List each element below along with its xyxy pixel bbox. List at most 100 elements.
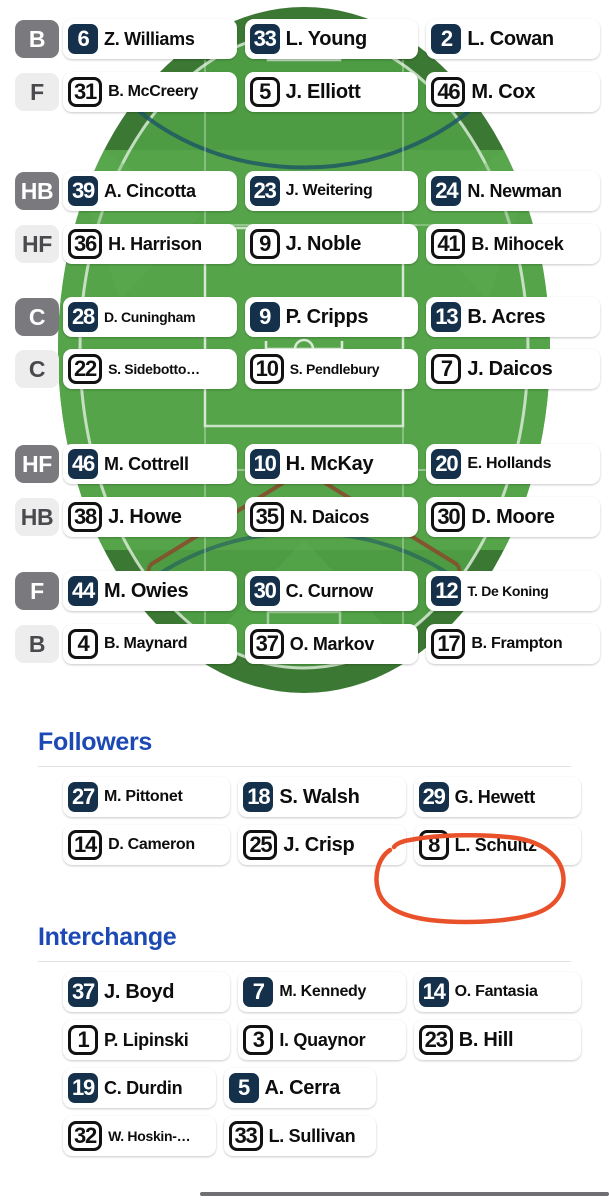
- player-name: B. Mihocek: [471, 233, 564, 254]
- jersey-number: 19: [68, 1073, 98, 1103]
- player-pill[interactable]: 28 D. Cuningham: [63, 297, 237, 337]
- player-pill[interactable]: 39 A. Cincotta: [63, 171, 237, 211]
- jersey-number: 32: [68, 1121, 103, 1151]
- jersey-number: 28: [68, 302, 98, 332]
- jersey-number: 22: [68, 354, 103, 384]
- interchange-row: 19 C. Durdin 5 A. Cerra: [0, 1067, 609, 1109]
- jersey-number: 8: [418, 830, 449, 860]
- jersey-number: 20: [431, 449, 462, 479]
- player-pill[interactable]: 31 B. McCreery: [63, 72, 237, 112]
- player-pill[interactable]: 4 B. Maynard: [63, 624, 237, 664]
- player-pill[interactable]: 5 A. Cerra: [223, 1068, 376, 1108]
- player-name: A. Cincotta: [104, 180, 196, 201]
- player-name: J. Crisp: [283, 833, 355, 856]
- player-pill[interactable]: 17 B. Frampton: [426, 624, 601, 664]
- row-slots: 22 S. Sidebotto… 10 S. Pendlebury 7 J. D…: [63, 349, 609, 389]
- followers-row: 14 D. Cameron 25 J. Crisp 8 L. Schultz: [0, 824, 609, 866]
- player-pill[interactable]: 10 S. Pendlebury: [244, 349, 419, 389]
- jersey-number: 39: [68, 176, 98, 206]
- position-label: F: [15, 73, 59, 111]
- jersey-number: 23: [418, 1025, 453, 1055]
- player-pill[interactable]: 37 O. Markov: [244, 624, 419, 664]
- interchange-row: 32 W. Hoskin-… 33 L. Sullivan: [0, 1115, 609, 1157]
- player-pill[interactable]: 18 S. Walsh: [238, 777, 406, 817]
- player-name: B. Acres: [467, 305, 546, 328]
- player-pill[interactable]: 7 J. Daicos: [426, 349, 601, 389]
- field-row: B 4 B. Maynard 37 O. Markov 17 B. Frampt…: [0, 623, 609, 665]
- player-pill[interactable]: 3 I. Quaynor: [238, 1020, 406, 1060]
- player-name: J. Boyd: [104, 980, 175, 1003]
- player-name: O. Fantasia: [454, 983, 538, 1000]
- player-pill[interactable]: 9 J. Noble: [244, 224, 419, 264]
- player-pill[interactable]: 35 N. Daicos: [244, 497, 419, 537]
- player-pill[interactable]: 13 B. Acres: [426, 297, 601, 337]
- player-pill[interactable]: 7 M. Kennedy: [238, 972, 406, 1012]
- player-pill[interactable]: 32 W. Hoskin-…: [63, 1116, 216, 1156]
- player-pill[interactable]: 14 O. Fantasia: [413, 972, 581, 1012]
- jersey-number: 35: [249, 502, 284, 532]
- followers-title: Followers: [38, 728, 152, 756]
- player-pill[interactable]: 2 L. Cowan: [426, 19, 601, 59]
- jersey-number: 41: [431, 229, 466, 259]
- player-name: B. Frampton: [471, 635, 563, 652]
- position-label: HF: [15, 225, 59, 263]
- player-pill[interactable]: 12 T. De Koning: [426, 571, 601, 611]
- jersey-number: 44: [68, 576, 98, 606]
- player-name: J. Howe: [108, 505, 182, 528]
- player-pill[interactable]: 41 B. Mihocek: [426, 224, 601, 264]
- jersey-number: 14: [418, 977, 449, 1007]
- player-pill[interactable]: 10 H. McKay: [244, 444, 419, 484]
- jersey-number: 46: [431, 77, 466, 107]
- jersey-number: 12: [431, 576, 462, 606]
- player-pill[interactable]: 44 M. Owies: [63, 571, 237, 611]
- player-name: P. Lipinski: [104, 1029, 189, 1050]
- player-name: N. Daicos: [289, 506, 370, 527]
- player-pill[interactable]: 5 J. Elliott: [244, 72, 419, 112]
- player-pill[interactable]: 1 P. Lipinski: [63, 1020, 231, 1060]
- player-pill[interactable]: 23 B. Hill: [413, 1020, 581, 1060]
- lineup-screen: B 6 Z. Williams 33 L. Young 2 L. Cowan F…: [0, 0, 609, 1200]
- player-name: H. Harrison: [108, 233, 202, 254]
- player-pill[interactable]: 30 D. Moore: [426, 497, 601, 537]
- player-name: I. Quaynor: [279, 1029, 366, 1050]
- player-pill[interactable]: 46 M. Cottrell: [63, 444, 237, 484]
- jersey-number: 29: [418, 782, 449, 812]
- player-pill[interactable]: 33 L. Young: [244, 19, 419, 59]
- jersey-number: 7: [243, 977, 274, 1007]
- player-pill[interactable]: 29 G. Hewett: [413, 777, 581, 817]
- player-pill[interactable]: 27 M. Pittonet: [63, 777, 231, 817]
- field-row: HB 38 J. Howe 35 N. Daicos 30 D. Moore: [0, 496, 609, 538]
- player-name: H. McKay: [285, 452, 374, 475]
- player-pill-schultz[interactable]: 8 L. Schultz: [413, 825, 581, 865]
- jersey-number: 4: [68, 629, 98, 659]
- player-pill[interactable]: 22 S. Sidebotto…: [63, 349, 237, 389]
- player-pill[interactable]: 38 J. Howe: [63, 497, 237, 537]
- field-row: F 44 M. Owies 30 C. Curnow 12 T. De Koni…: [0, 570, 609, 612]
- player-name: C. Curnow: [285, 580, 374, 601]
- field-rows: B 6 Z. Williams 33 L. Young 2 L. Cowan F…: [0, 0, 609, 700]
- player-pill[interactable]: 20 E. Hollands: [426, 444, 601, 484]
- player-pill[interactable]: 46 M. Cox: [426, 72, 601, 112]
- player-pill[interactable]: 33 L. Sullivan: [223, 1116, 376, 1156]
- player-pill[interactable]: 9 P. Cripps: [244, 297, 419, 337]
- player-pill[interactable]: 19 C. Durdin: [63, 1068, 216, 1108]
- jersey-number: 24: [431, 176, 462, 206]
- player-pill[interactable]: 23 J. Weitering: [244, 171, 419, 211]
- player-pill[interactable]: 24 N. Newman: [426, 171, 601, 211]
- player-name: B. Maynard: [104, 635, 188, 652]
- jersey-number: 13: [431, 302, 462, 332]
- player-name: G. Hewett: [454, 786, 536, 807]
- section-divider: [38, 766, 571, 767]
- player-pill[interactable]: 36 H. Harrison: [63, 224, 237, 264]
- jersey-number: 5: [228, 1073, 259, 1103]
- player-name: J. Elliott: [285, 80, 361, 103]
- player-pill[interactable]: 30 C. Curnow: [244, 571, 419, 611]
- player-name: O. Markov: [289, 633, 375, 654]
- player-pill[interactable]: 14 D. Cameron: [63, 825, 231, 865]
- player-pill[interactable]: 25 J. Crisp: [238, 825, 406, 865]
- player-pill[interactable]: 6 Z. Williams: [63, 19, 237, 59]
- field-row: HB 39 A. Cincotta 23 J. Weitering 24 N. …: [0, 170, 609, 212]
- horizontal-scrollbar[interactable]: [200, 1192, 609, 1196]
- interchange-section: Interchange 37 J. Boyd 7 M. Kennedy 14 O…: [0, 923, 609, 1163]
- player-pill[interactable]: 37 J. Boyd: [63, 972, 231, 1012]
